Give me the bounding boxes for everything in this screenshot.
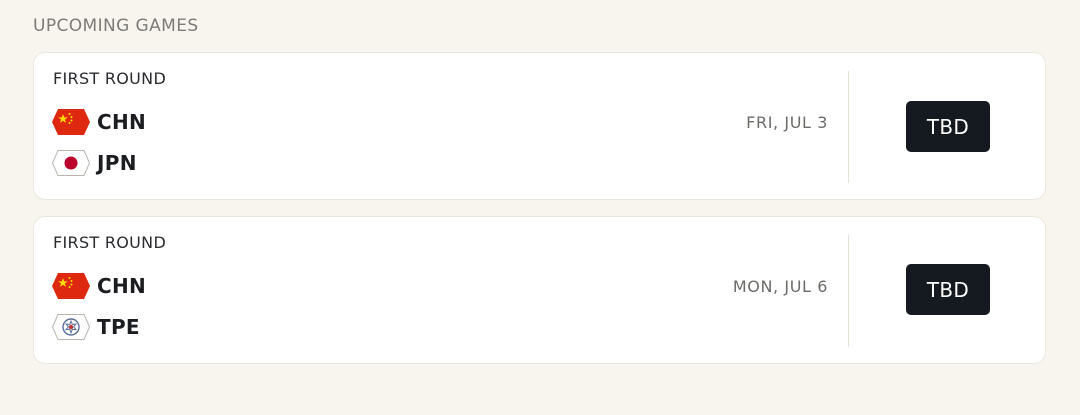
round-label: FIRST ROUND <box>53 69 167 88</box>
china-flag-icon <box>52 273 90 299</box>
team-row-away: JPN <box>52 149 137 177</box>
team-code: CHN <box>97 274 147 298</box>
game-date: MON, JUL 6 <box>732 277 828 296</box>
china-flag-icon <box>52 109 90 135</box>
team-row-home: CHN <box>52 272 146 300</box>
divider <box>848 235 849 347</box>
team-code: CHN <box>97 110 147 134</box>
tbd-button[interactable]: TBD <box>906 101 990 152</box>
game-date: FRI, JUL 3 <box>746 113 828 132</box>
team-code: JPN <box>97 151 137 175</box>
team-row-away: TPE <box>52 313 140 341</box>
section-title: UPCOMING GAMES <box>33 16 199 36</box>
tbd-button[interactable]: TBD <box>906 264 990 315</box>
team-row-home: CHN <box>52 108 146 136</box>
game-card[interactable]: FIRST ROUND CHN TPE MON, JUL 6 TBD <box>33 216 1046 364</box>
japan-flag-icon <box>52 150 90 176</box>
team-code: TPE <box>97 315 140 339</box>
divider <box>848 71 849 183</box>
round-label: FIRST ROUND <box>53 233 167 252</box>
chinese-taipei-flag-icon <box>52 314 90 340</box>
game-card[interactable]: FIRST ROUND CHN JPN FRI, JUL 3 TBD <box>33 52 1046 200</box>
